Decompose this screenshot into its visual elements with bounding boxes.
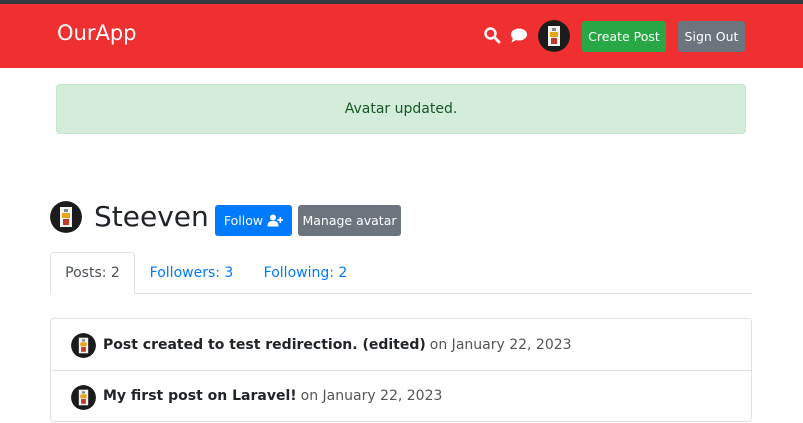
post-list-item[interactable]: Post created to test redirection. (edite… — [51, 319, 751, 370]
post-list-item[interactable]: My first post on Laravel! on January 22,… — [51, 370, 751, 421]
brand-logo[interactable]: OurApp — [57, 21, 137, 45]
follow-button-label: Follow — [223, 213, 264, 228]
sign-out-button[interactable]: Sign Out — [678, 21, 745, 52]
post-date: on January 22, 2023 — [429, 336, 572, 353]
tab-followers[interactable]: Followers: 3 — [141, 252, 242, 294]
profile-avatar — [50, 201, 82, 233]
tab-posts[interactable]: Posts: 2 — [50, 252, 135, 294]
alert-message: Avatar updated. — [344, 101, 458, 117]
manage-avatar-button[interactable]: Manage avatar — [298, 205, 401, 236]
post-author-avatar — [71, 384, 96, 410]
tab-following[interactable]: Following: 2 — [255, 252, 356, 294]
profile-username: Steeven — [94, 200, 209, 233]
navbar: OurApp Create Post Sign Out — [0, 4, 803, 68]
post-author-avatar — [71, 333, 96, 358]
post-title: My first post on Laravel! — [103, 388, 297, 404]
nav-avatar[interactable] — [538, 20, 570, 52]
follow-button[interactable]: Follow — [215, 205, 292, 236]
success-alert: Avatar updated. — [56, 84, 746, 134]
post-title: Post created to test redirection. (edite… — [103, 336, 426, 353]
post-list: Post created to test redirection. (edite… — [50, 318, 752, 422]
user-plus-icon — [267, 214, 284, 227]
search-icon[interactable] — [483, 26, 501, 44]
chat-icon[interactable] — [510, 26, 528, 44]
post-date: on January 22, 2023 — [300, 388, 443, 404]
create-post-button[interactable]: Create Post — [582, 21, 666, 52]
